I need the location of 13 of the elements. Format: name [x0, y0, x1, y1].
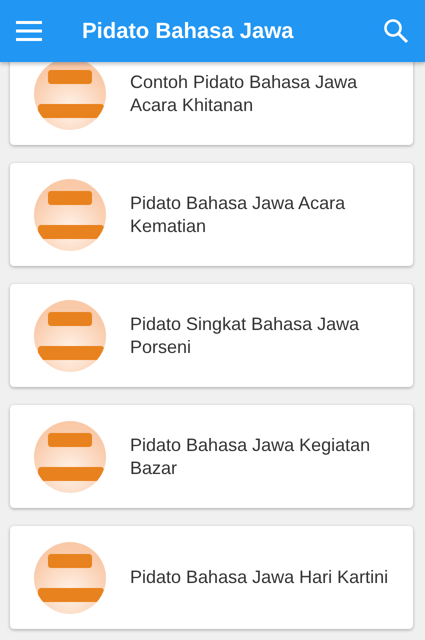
list-card[interactable]: Pidato Singkat Bahasa Jawa Porseni	[10, 284, 413, 387]
item-title: Pidato Singkat Bahasa Jawa Porseni	[130, 312, 360, 358]
item-title: Contoh Pidato Bahasa Jawa Acara Khitanan	[130, 70, 358, 116]
item-title: Pidato Bahasa Jawa Acara Kematian	[130, 192, 346, 238]
item-title: Pidato Bahasa Jawa Kegiatan Bazar	[130, 434, 372, 480]
item-title: Pidato Bahasa Jawa Hari Kartini	[130, 566, 388, 589]
menu-icon[interactable]	[16, 20, 42, 42]
app-title: Pidato Bahasa Jawa	[82, 18, 295, 44]
list-card[interactable]: Pidato Bahasa Jawa Acara Kematian	[10, 163, 413, 266]
search-icon[interactable]	[383, 18, 409, 44]
list-card[interactable]: Pidato Bahasa Jawa Kegiatan Bazar	[10, 405, 413, 508]
list-card[interactable]: Contoh Pidato Bahasa Jawa Acara Khitanan	[10, 62, 413, 145]
list-card[interactable]: Pidato Bahasa Jawa Hari Kartini	[10, 526, 413, 629]
